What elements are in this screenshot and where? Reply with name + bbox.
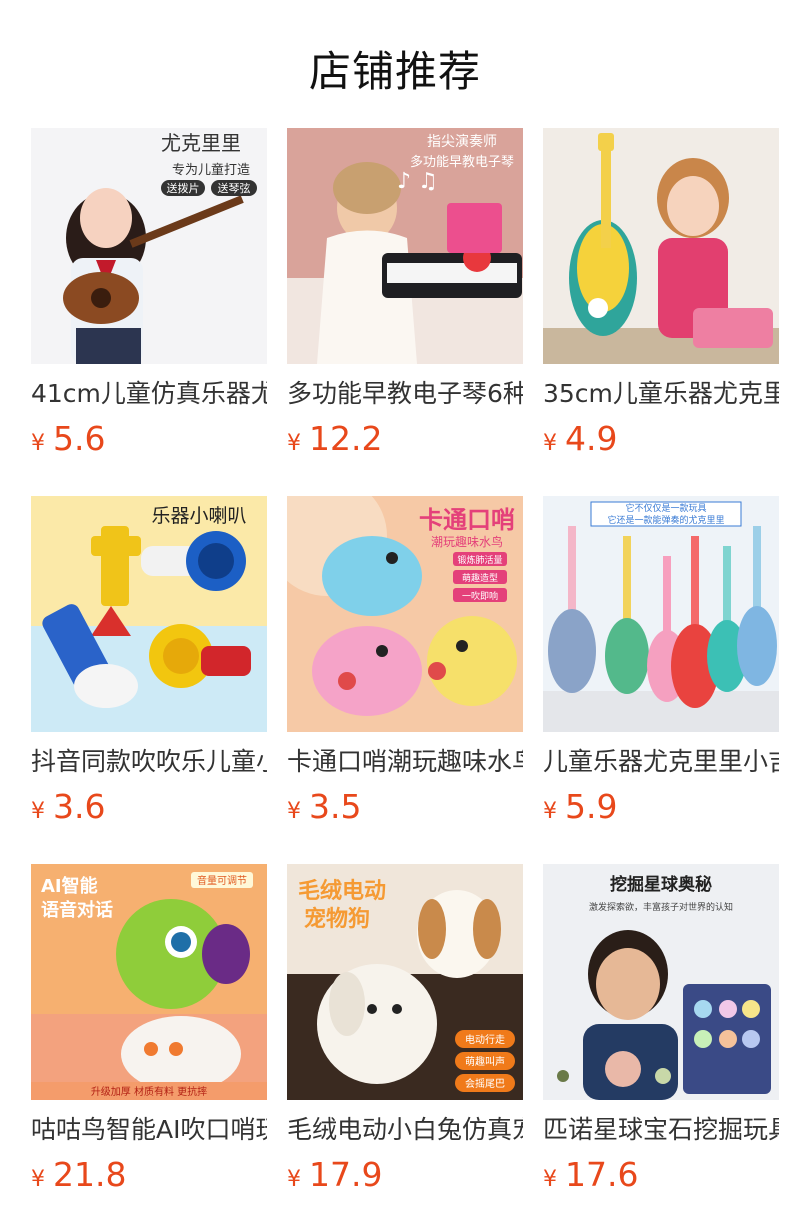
image-sub: 语音对话 (41, 899, 113, 921)
price-value: 3.6 (53, 787, 106, 826)
image-sub: 潮玩趣味水鸟 (431, 534, 503, 549)
product-name[interactable]: 匹诺星球宝石挖掘玩具 (543, 1114, 779, 1146)
product-image[interactable] (543, 128, 779, 364)
image-headline: 指尖演奏师 (427, 134, 497, 150)
image-tag: 萌趣叫声 (465, 1055, 505, 1068)
product-image[interactable]: 挖掘星球奥秘 激发探索欲，丰富孩子对世界的认知 (543, 864, 779, 1100)
price-value: 4.9 (565, 419, 618, 458)
image-tag: 音量可调节 (197, 874, 247, 887)
product-card[interactable]: 它不仅仅是一款玩具 它还是一款能弹奏的尤克里里 儿童乐器尤克里里小吉他 ¥5.9 (543, 496, 779, 828)
price-value: 5.6 (53, 419, 106, 458)
currency-symbol: ¥ (31, 431, 45, 456)
product-name[interactable]: 41cm儿童仿真乐器尤克里里 (31, 378, 267, 410)
image-headline: 乐器小喇叭 (151, 505, 246, 527)
image-headline: 挖掘星球奥秘 (610, 874, 712, 895)
image-headline: 毛绒电动 (298, 878, 386, 904)
product-card[interactable]: 尤克里里 专为儿童打造 送拨片 送琴弦 41cm儿童仿真乐器尤克里里 ¥5.6 (31, 128, 267, 460)
product-price: ¥12.2 (287, 418, 523, 460)
product-price: ¥17.9 (287, 1154, 523, 1196)
currency-symbol: ¥ (287, 1167, 301, 1192)
image-headline: AI智能 (41, 875, 98, 897)
image-tag: 电动行走 (465, 1033, 505, 1046)
image-headline: 它不仅仅是一款玩具 (625, 502, 706, 514)
image-sub: 它还是一款能弹奏的尤克里里 (607, 514, 724, 526)
product-name[interactable]: 35cm儿童乐器尤克里里 (543, 378, 779, 410)
svg-text:♪ ♫: ♪ ♫ (397, 169, 438, 194)
currency-symbol: ¥ (31, 799, 45, 824)
product-image[interactable]: 卡通口哨 潮玩趣味水鸟 锻炼肺活量 萌趣造型 一吹即响 (287, 496, 523, 732)
product-name[interactable]: 毛绒电动小白兔仿真宠物狗 (287, 1114, 523, 1146)
product-image[interactable]: 它不仅仅是一款玩具 它还是一款能弹奏的尤克里里 (543, 496, 779, 732)
product-name[interactable]: 抖音同款吹吹乐儿童小喇叭 (31, 746, 267, 778)
product-price: ¥5.6 (31, 418, 267, 460)
image-sub: 激发探索欲，丰富孩子对世界的认知 (589, 901, 733, 913)
product-price: ¥4.9 (543, 418, 779, 460)
product-name[interactable]: 儿童乐器尤克里里小吉他 (543, 746, 779, 778)
product-name[interactable]: 咕咕鸟智能AI吹口哨玩具 (31, 1114, 267, 1146)
image-headline: 卡通口哨 (419, 506, 515, 534)
currency-symbol: ¥ (543, 799, 557, 824)
product-price: ¥5.9 (543, 786, 779, 828)
image-sub: 专为儿童打造 (172, 162, 250, 178)
product-price: ¥3.6 (31, 786, 267, 828)
image-tag: 会摇尾巴 (465, 1077, 505, 1090)
product-card[interactable]: 挖掘星球奥秘 激发探索欲，丰富孩子对世界的认知 匹诺星球宝石挖掘玩具 ¥17.6 (543, 864, 779, 1196)
product-name[interactable]: 多功能早教电子琴6种音色 (287, 378, 523, 410)
product-price: ¥17.6 (543, 1154, 779, 1196)
product-image[interactable]: 指尖演奏师 多功能早教电子琴 ♪ ♫ (287, 128, 523, 364)
currency-symbol: ¥ (287, 799, 301, 824)
price-value: 17.6 (565, 1155, 639, 1194)
product-image[interactable]: AI智能 语音对话 音量可调节 升级加厚 材质有料 更抗摔 (31, 864, 267, 1100)
product-card[interactable]: 指尖演奏师 多功能早教电子琴 ♪ ♫ 多功能早教电子琴6种音色 ¥12.2 (287, 128, 523, 460)
price-value: 12.2 (309, 419, 383, 458)
image-tag: 萌趣造型 (462, 572, 498, 584)
currency-symbol: ¥ (543, 431, 557, 456)
image-tag: 送拨片 (167, 181, 200, 195)
image-tag: 一吹即响 (462, 590, 498, 602)
product-image[interactable]: 尤克里里 专为儿童打造 送拨片 送琴弦 (31, 128, 267, 364)
product-card[interactable]: 35cm儿童乐器尤克里里 ¥4.9 (543, 128, 779, 460)
image-sub: 多功能早教电子琴 (410, 154, 514, 170)
product-card[interactable]: AI智能 语音对话 音量可调节 升级加厚 材质有料 更抗摔 咕咕鸟智能AI吹口哨… (31, 864, 267, 1196)
product-price: ¥21.8 (31, 1154, 267, 1196)
product-price: ¥3.5 (287, 786, 523, 828)
currency-symbol: ¥ (31, 1167, 45, 1192)
image-tag: 送琴弦 (218, 181, 251, 195)
currency-symbol: ¥ (287, 431, 301, 456)
price-value: 5.9 (565, 787, 618, 826)
product-name[interactable]: 卡通口哨潮玩趣味水鸟 (287, 746, 523, 778)
image-tag: 锻炼肺活量 (457, 554, 502, 566)
image-headline: 尤克里里 (161, 131, 241, 155)
product-image[interactable]: 乐器小喇叭 (31, 496, 267, 732)
product-card[interactable]: 乐器小喇叭 抖音同款吹吹乐儿童小喇叭 ¥3.6 (31, 496, 267, 828)
price-value: 21.8 (53, 1155, 127, 1194)
product-image[interactable]: 毛绒电动 宠物狗 电动行走 萌趣叫声 会摇尾巴 (287, 864, 523, 1100)
product-card[interactable]: 卡通口哨 潮玩趣味水鸟 锻炼肺活量 萌趣造型 一吹即响 卡通口哨潮玩趣味水鸟 ¥… (287, 496, 523, 828)
price-value: 3.5 (309, 787, 362, 826)
page-title: 店铺推荐 (308, 47, 481, 96)
product-card[interactable]: 毛绒电动 宠物狗 电动行走 萌趣叫声 会摇尾巴 毛绒电动小白兔仿真宠物狗 ¥17… (287, 864, 523, 1196)
image-tag: 升级加厚 材质有料 更抗摔 (91, 1085, 207, 1098)
image-sub: 宠物狗 (304, 906, 370, 932)
price-value: 17.9 (309, 1155, 383, 1194)
currency-symbol: ¥ (543, 1167, 557, 1192)
